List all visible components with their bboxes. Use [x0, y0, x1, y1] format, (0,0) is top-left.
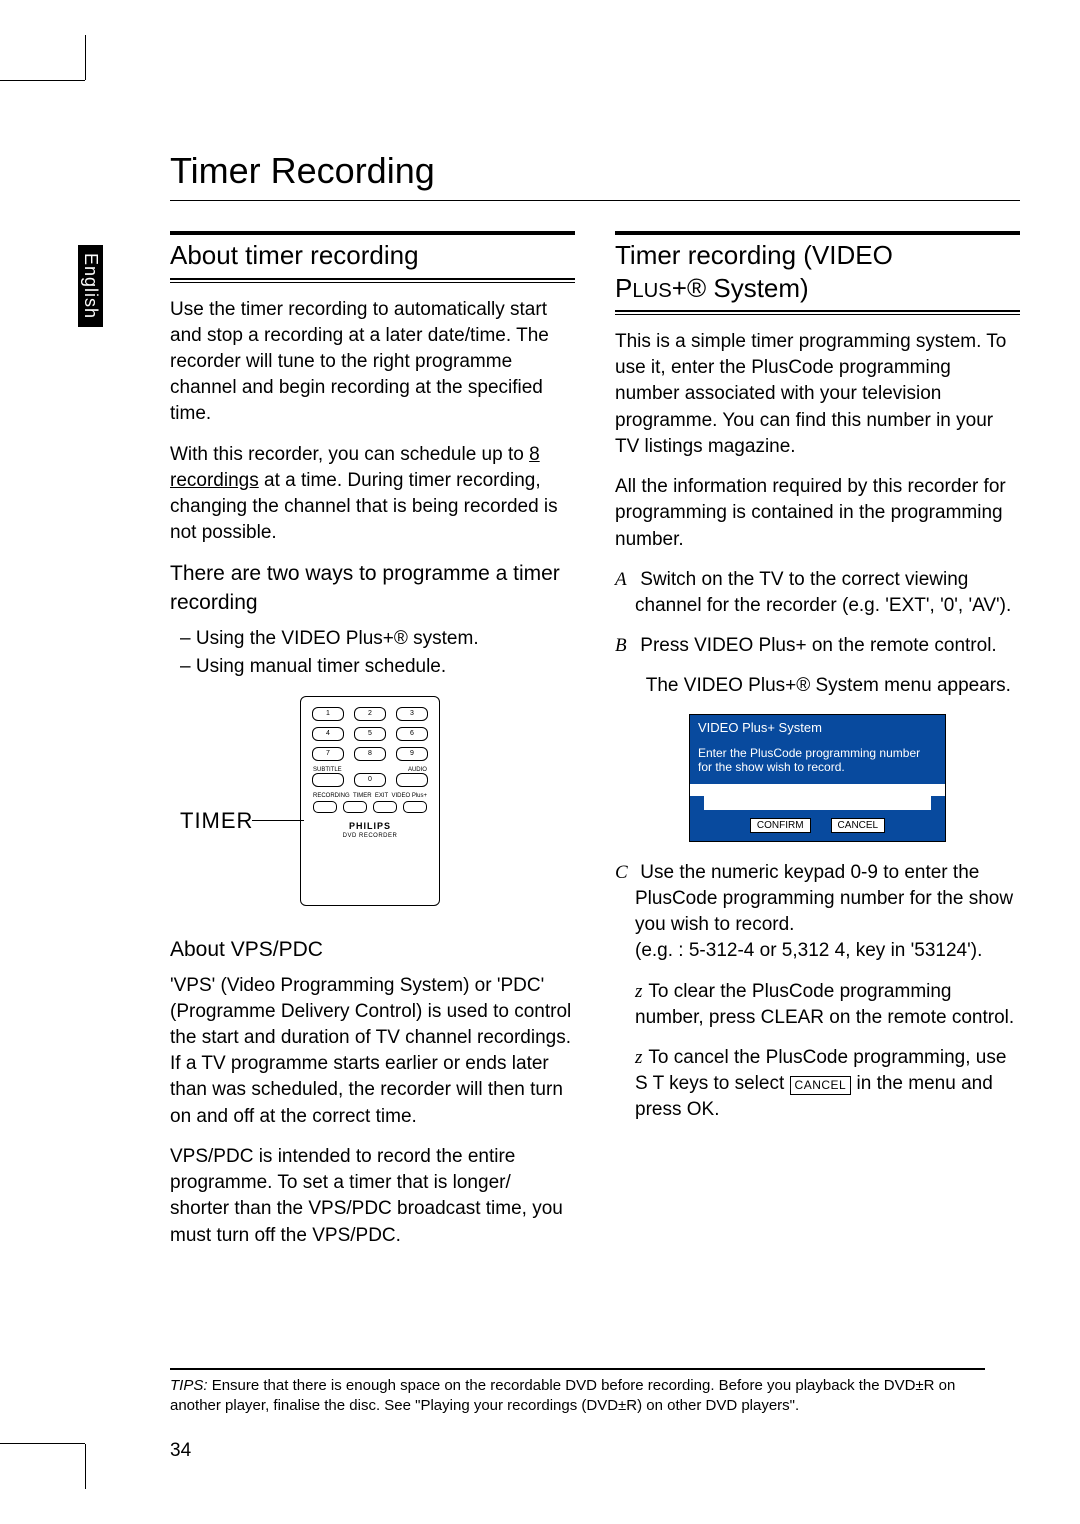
vp-p1: This is a simple timer programming syste… [615, 329, 1020, 460]
key [313, 801, 337, 813]
key: 8 [354, 747, 386, 761]
crop-mark [0, 1443, 85, 1444]
key-label: VIDEO Plus+ [391, 793, 427, 799]
key: 7 [312, 747, 344, 761]
keypad: 1 2 3 4 5 6 7 8 9 [311, 707, 429, 761]
crop-mark [85, 1444, 86, 1489]
key [373, 801, 397, 813]
two-ways-list: Using the VIDEO Plus+® system. Using man… [170, 625, 575, 680]
two-ways-subhead: There are two ways to programme a timer … [170, 560, 575, 617]
menu-confirm-button: CONFIRM [750, 818, 811, 833]
key: 2 [354, 707, 386, 721]
key: 0 [354, 773, 386, 787]
menu-box: VIDEO Plus+ System Enter the PlusCode pr… [689, 714, 946, 842]
remote-diagram: TIMER 1 2 3 4 5 6 7 8 9 [180, 696, 440, 916]
language-tab: English [78, 245, 103, 327]
left-column: About timer recording Use the timer reco… [170, 231, 575, 1263]
key: 5 [354, 727, 386, 741]
note-cancel: zTo cancel the PlusCode programming, use… [635, 1045, 1020, 1124]
key [312, 773, 344, 787]
crop-mark [85, 35, 86, 80]
title-rule [170, 200, 1020, 201]
vps-p2: VPS/PDC is intended to record the entire… [170, 1144, 575, 1249]
about-timer-p1: Use the timer recording to automatically… [170, 297, 575, 428]
keypad-text: numeric keypad 0-9 [711, 862, 878, 883]
step-b: B Press VIDEO Plus+ on the remote contro… [635, 633, 1020, 659]
key-label: RECORDING [313, 793, 350, 799]
key-label: EXIT [375, 793, 388, 799]
key: 1 [312, 707, 344, 721]
step-letter: B [615, 633, 635, 659]
page-number: 34 [170, 1440, 191, 1462]
key: 6 [396, 727, 428, 741]
callout-line [252, 820, 304, 821]
about-timer-p2: With this recorder, you can schedule up … [170, 442, 575, 547]
manual-page: English Timer Recording About timer reco… [0, 0, 1080, 1524]
key [343, 801, 367, 813]
timer-label: TIMER [180, 808, 253, 834]
brand-logo: PHILIPS [311, 821, 429, 831]
list-item: Using manual timer schedule. [180, 653, 575, 681]
menu-input [704, 796, 931, 810]
key-label: TIMER [353, 793, 372, 799]
tips-footer: TIPS: Ensure that there is enough space … [170, 1368, 985, 1417]
vp-p2: All the information required by this rec… [615, 474, 1020, 553]
vps-p1: 'VPS' (Video Programming System) or 'PDC… [170, 973, 575, 1130]
section-timer-videoplus: Timer recording (VIDEO PLUS+® System) [615, 239, 1020, 304]
remote-outline: 1 2 3 4 5 6 7 8 9 SUBTITLE [300, 696, 440, 906]
step-letter: C [615, 860, 635, 886]
key: 3 [396, 707, 428, 721]
key [396, 773, 428, 787]
page-title: Timer Recording [170, 150, 1020, 192]
step-b-note: The VIDEO Plus+® System menu appears. [635, 673, 1020, 699]
section-about-timer: About timer recording [170, 239, 575, 272]
content-area: Timer Recording About timer recording Us… [170, 150, 1020, 1434]
key: 9 [396, 747, 428, 761]
crop-mark [0, 80, 85, 81]
menu-body-text: Enter the PlusCode programming number fo… [690, 740, 945, 784]
step-a: A Switch on the TV to the correct viewin… [635, 567, 1020, 619]
key [403, 801, 427, 813]
right-column: Timer recording (VIDEO PLUS+® System) Th… [615, 231, 1020, 1263]
tips-label: TIPS: [170, 1377, 208, 1394]
cancel-box: CANCEL [790, 1076, 852, 1095]
key: 4 [312, 727, 344, 741]
step-c: C Use the numeric keypad 0-9 to enter th… [635, 860, 1020, 965]
device-label: DVD RECORDER [311, 833, 429, 839]
menu-title: VIDEO Plus+ System [690, 715, 945, 740]
vps-subhead: About VPS/PDC [170, 936, 575, 964]
menu-cancel-button: CANCEL [831, 818, 886, 833]
step-letter: A [615, 567, 635, 593]
note-clear: zTo clear the PlusCode programming numbe… [635, 979, 1020, 1031]
list-item: Using the VIDEO Plus+® system. [180, 625, 575, 653]
